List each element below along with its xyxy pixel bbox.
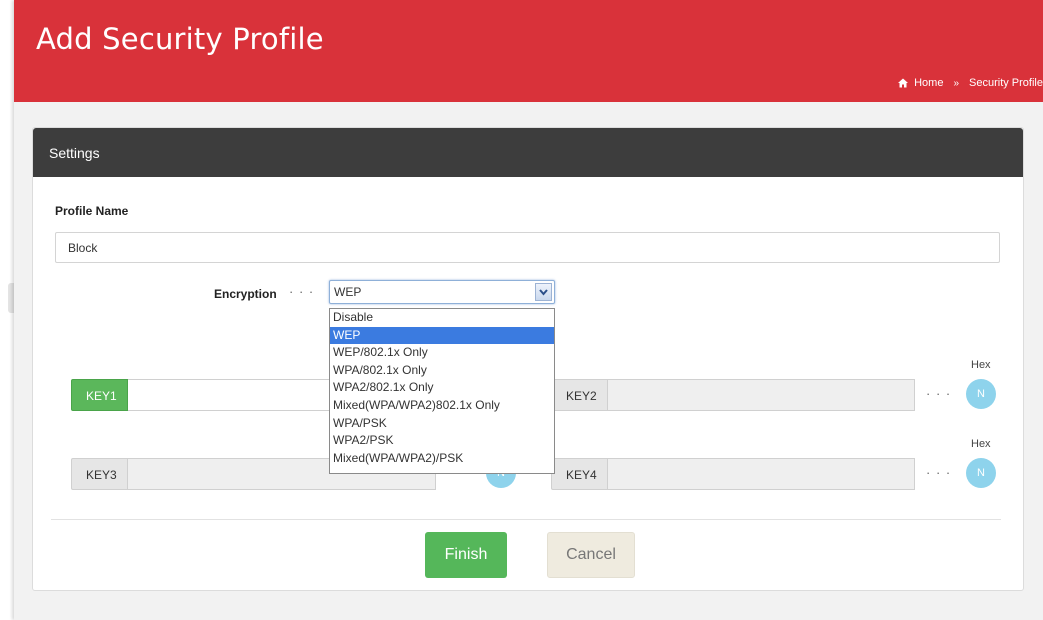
encryption-option-wpa-8021x[interactable]: WPA/802.1x Only — [330, 362, 554, 380]
encryption-selected-value: WEP — [334, 285, 362, 299]
breadcrumb: Home » Security Profile — [898, 77, 1043, 89]
encryption-dropdown-list: Disable WEP WEP/802.1x Only WPA/802.1x O… — [329, 308, 555, 474]
key1-label[interactable]: KEY1 — [71, 379, 128, 411]
key4-dots: · · · — [926, 465, 952, 480]
encryption-option-wpa2-8021x[interactable]: WPA2/802.1x Only — [330, 379, 554, 397]
key4-hex-label: Hex — [971, 438, 991, 450]
encryption-option-wpa-psk[interactable]: WPA/PSK — [330, 415, 554, 433]
settings-panel: Settings Profile Name Block Encryption ·… — [32, 127, 1024, 591]
page-header: Add Security Profile Home » Security Pro… — [14, 0, 1043, 102]
breadcrumb-current: Security Profile — [969, 77, 1043, 89]
chevron-down-icon[interactable] — [535, 283, 552, 301]
key2-dots: · · · — [926, 386, 952, 401]
key4-input[interactable] — [608, 458, 915, 490]
key4-label: KEY4 — [551, 458, 608, 490]
profile-name-label: Profile Name — [55, 204, 129, 218]
panel-title: Settings — [49, 145, 100, 161]
page: Add Security Profile Home » Security Pro… — [14, 0, 1043, 620]
key3-label: KEY3 — [71, 458, 128, 490]
profile-name-value: Block — [68, 240, 98, 255]
panel-header: Settings — [33, 128, 1023, 177]
key4-hex-toggle[interactable]: N — [966, 458, 996, 488]
breadcrumb-separator: » — [953, 77, 960, 89]
finish-button[interactable]: Finish — [425, 532, 507, 578]
divider — [51, 519, 1001, 520]
key2-label: KEY2 — [551, 379, 608, 411]
encryption-option-mixed-8021x[interactable]: Mixed(WPA/WPA2)802.1x Only — [330, 397, 554, 415]
encryption-option-wpa2-psk[interactable]: WPA2/PSK — [330, 432, 554, 450]
breadcrumb-home-link[interactable]: Home — [914, 77, 943, 89]
page-title: Add Security Profile — [36, 22, 324, 56]
key2-hex-toggle[interactable]: N — [966, 379, 996, 409]
encryption-option-wep-8021x[interactable]: WEP/802.1x Only — [330, 344, 554, 362]
home-icon — [898, 78, 909, 88]
key2-input[interactable] — [608, 379, 915, 411]
cancel-button[interactable]: Cancel — [547, 532, 635, 578]
encryption-option-mixed-psk[interactable]: Mixed(WPA/WPA2)/PSK — [330, 450, 554, 468]
encryption-option-wep[interactable]: WEP — [330, 326, 554, 345]
profile-name-input[interactable]: Block — [55, 232, 1000, 263]
encryption-label: Encryption — [214, 287, 277, 301]
encryption-select[interactable]: WEP — [329, 280, 555, 304]
encryption-dots: · · · — [289, 284, 315, 299]
key2-hex-label: Hex — [971, 359, 991, 371]
encryption-option-disable[interactable]: Disable — [330, 309, 554, 327]
